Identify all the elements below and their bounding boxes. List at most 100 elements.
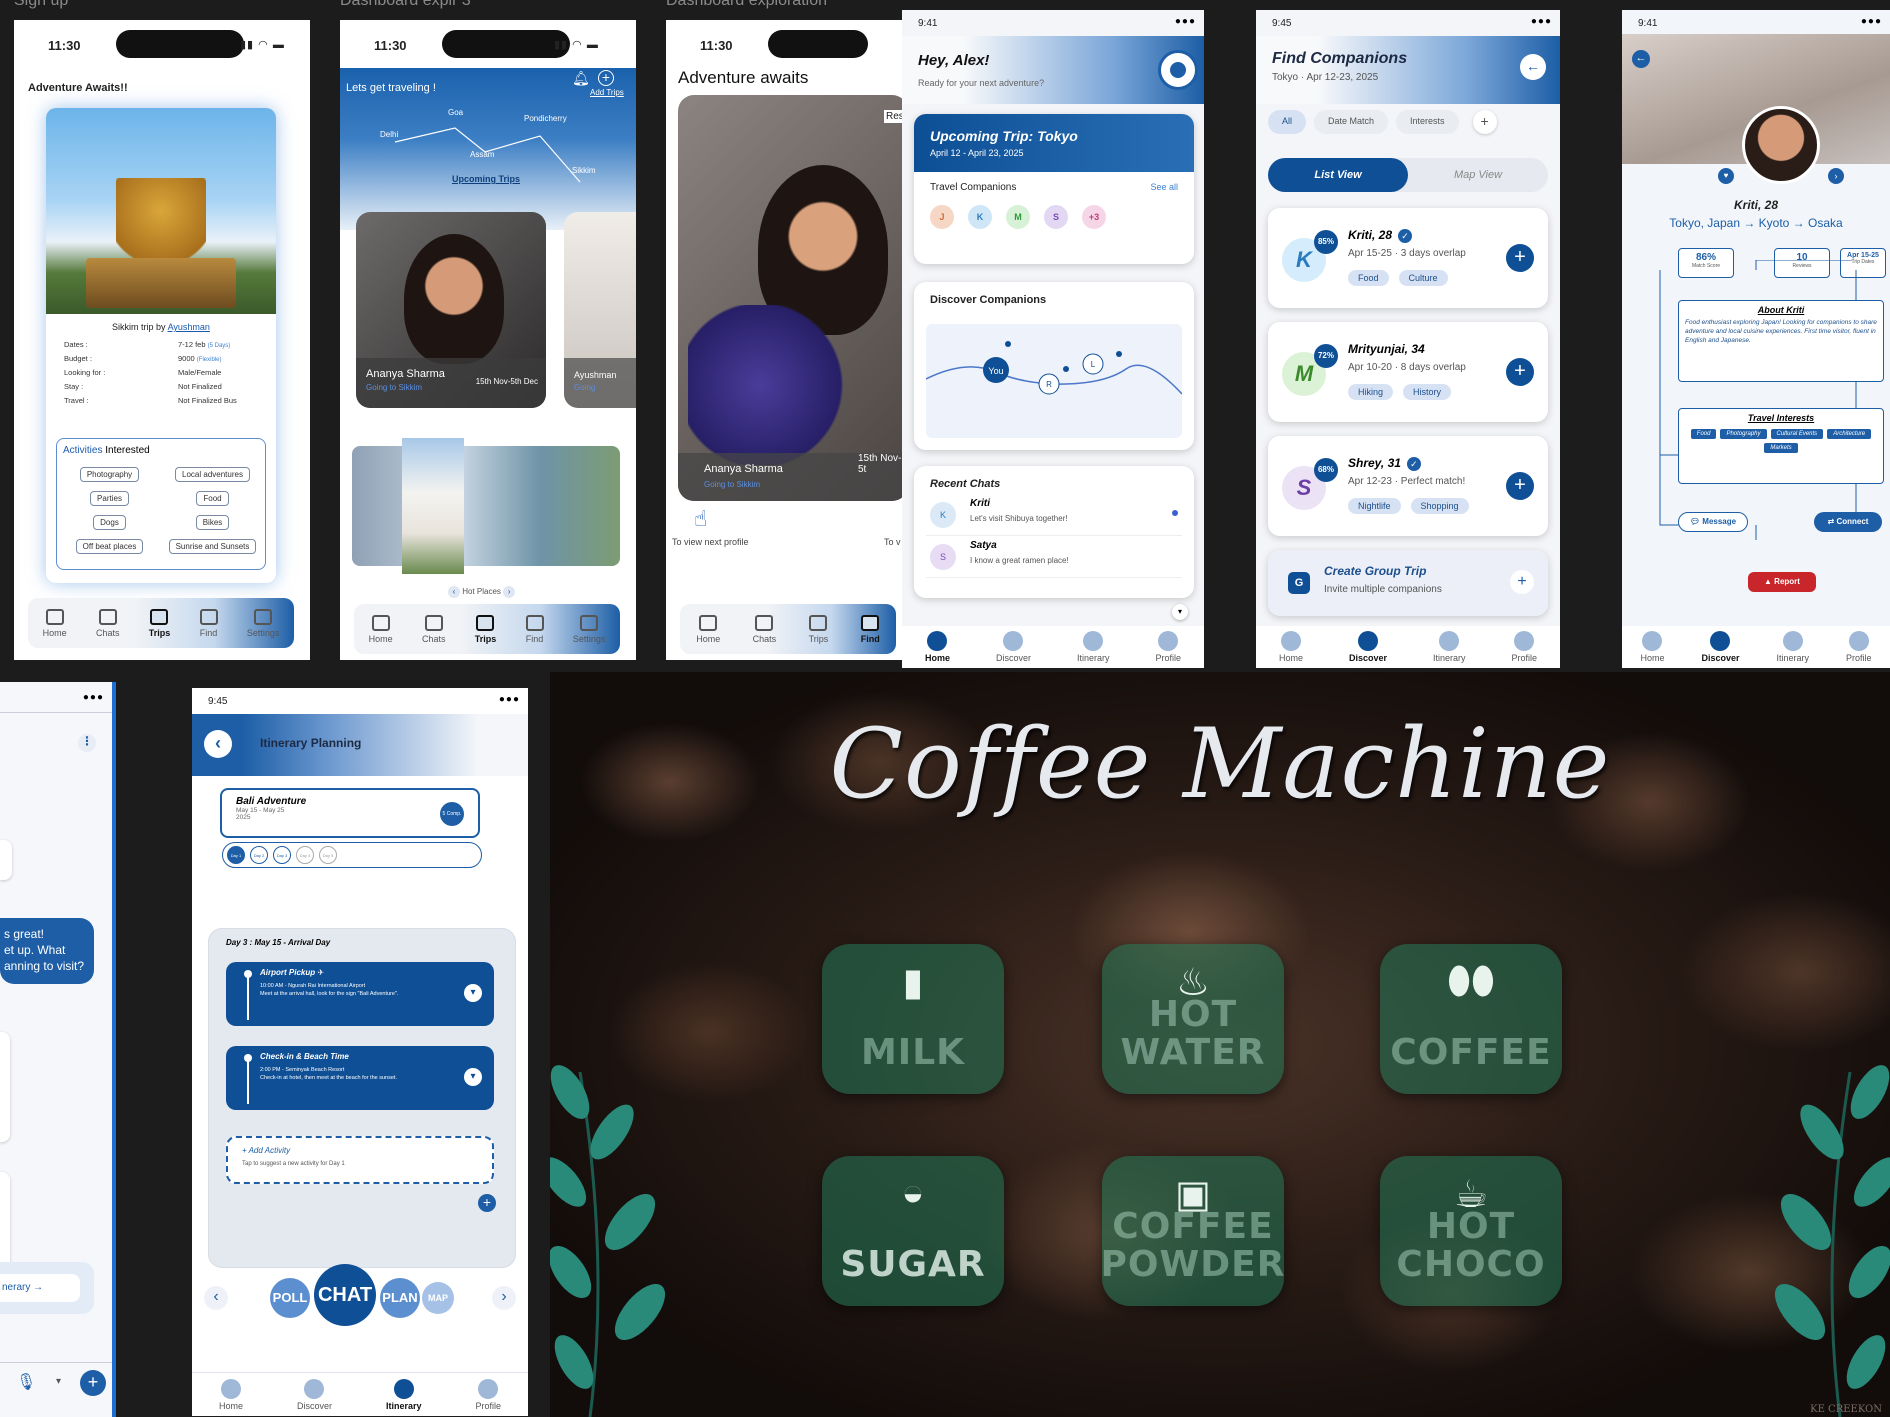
companion-avatar[interactable]: M — [1006, 205, 1030, 229]
filter-chip[interactable]: All — [1268, 110, 1307, 134]
nav-item-home[interactable]: Home — [43, 608, 67, 638]
nav-item-find[interactable]: Find — [199, 608, 218, 638]
nav-item-chats[interactable]: Chats — [753, 614, 776, 644]
day-chip[interactable]: Day 5 — [319, 846, 337, 864]
connect-button[interactable]: ⇄ Connect — [1814, 512, 1882, 532]
activity-chip[interactable]: Food — [196, 491, 229, 506]
activity-chip[interactable]: Parties — [90, 491, 129, 506]
bell-icon[interactable]: 🔔︎ — [572, 70, 590, 87]
nav-item-trips[interactable]: Trips — [149, 608, 170, 638]
day-chip[interactable]: Day 3 — [273, 846, 291, 864]
next-arrow-icon[interactable]: › — [1828, 168, 1844, 184]
mode-chat[interactable]: CHAT — [314, 1264, 376, 1326]
nav-item-home[interactable]: Home — [696, 614, 720, 644]
nav-item-home[interactable]: Home — [925, 631, 950, 663]
day-chip[interactable]: Day 1 — [227, 846, 245, 864]
nav-item-find[interactable]: Find — [861, 614, 880, 644]
coffee-button[interactable]: ⬮⬮ COFFEE — [1380, 944, 1562, 1094]
nav-item-itinerary[interactable]: Itinerary — [1776, 631, 1809, 663]
activity-chip[interactable]: Local adventures — [175, 467, 250, 482]
chat-row[interactable]: K Kriti Let's visit Shibuya together! — [926, 494, 1182, 536]
add-companion-button[interactable]: + — [1506, 244, 1534, 272]
hot-water-button[interactable]: ♨ HOT WATER — [1102, 944, 1284, 1094]
upcoming-trips-link[interactable]: Upcoming Trips — [452, 174, 520, 184]
nav-item-home[interactable]: Home — [1640, 631, 1665, 663]
profile-avatar-icon[interactable] — [1158, 50, 1198, 90]
milk-button[interactable]: ▮ MILK — [822, 944, 1004, 1094]
upcoming-trip-card[interactable]: Upcoming Trip: Tokyo April 12 - April 23… — [914, 114, 1194, 264]
nav-item-settings[interactable]: Settings — [247, 608, 279, 638]
nav-item-profile[interactable]: Profile — [1846, 631, 1871, 663]
event-card[interactable]: Check-in & Beach Time 2:00 PM - Seminyak … — [226, 1046, 494, 1110]
message-button[interactable]: 💬︎ Message — [1678, 512, 1748, 532]
companion-avatar[interactable]: +3 — [1082, 205, 1106, 229]
prev-arrow-icon[interactable]: ‹ — [204, 1286, 228, 1310]
filter-chip[interactable]: + — [1472, 110, 1497, 134]
nav-item-discover[interactable]: Discover — [297, 1378, 332, 1411]
companion-card[interactable]: M 72% Mrityunjai, 34 Apr 10-20 · 8 days ove… — [1268, 322, 1548, 422]
companion-card-2[interactable]: Ayushman Going — [564, 212, 636, 408]
create-group-card[interactable]: G Create Group Trip Invite multiple comp… — [1268, 550, 1548, 616]
nav-item-home[interactable]: Home — [369, 614, 393, 644]
companion-card[interactable]: S 68% Shrey, 31 ✓ Apr 12-23 · Perfect match!… — [1268, 436, 1548, 536]
trip-owner-link[interactable]: Ayushman — [168, 322, 210, 332]
nav-item-chats[interactable]: Chats — [96, 608, 119, 638]
nav-item-itinerary[interactable]: Itinerary — [386, 1378, 421, 1411]
nav-item-profile[interactable]: Profile — [1511, 631, 1537, 663]
nav-item-itinerary[interactable]: Itinerary — [1433, 631, 1465, 663]
activity-chip[interactable]: Sunrise and Sunsets — [168, 539, 257, 554]
nav-item-home[interactable]: Home — [1279, 631, 1303, 663]
mode-poll[interactable]: POLL — [270, 1278, 310, 1318]
add-companion-button[interactable]: + — [1506, 472, 1534, 500]
companion-card[interactable]: Ananya Sharma Going to Sikkim 15th Nov-5… — [356, 212, 546, 408]
trip-summary-card[interactable]: Bali Adventure May 15 - May 25 2025 5 Co… — [220, 788, 480, 838]
options-icon[interactable]: ⋮ — [78, 734, 96, 752]
profile-card[interactable]: Ananya Sharma Going to Sikkim 15th Nov-5… — [678, 95, 902, 501]
trip-card[interactable]: Sikkim trip by Ayushman Dates : 7-12 feb … — [46, 108, 276, 583]
nav-item-chats[interactable]: Chats — [422, 614, 445, 644]
add-activity-card[interactable]: + Add Activity Tap to suggest a new acti… — [226, 1136, 494, 1184]
scroll-down-icon[interactable]: ▾ — [1172, 604, 1188, 620]
see-all-link[interactable]: See all — [1150, 182, 1178, 192]
add-group-icon[interactable]: + — [1510, 570, 1534, 594]
nav-item-trips[interactable]: Trips — [475, 614, 496, 644]
nav-item-home[interactable]: Home — [219, 1378, 243, 1411]
report-button[interactable]: ▲ Report — [1748, 572, 1816, 592]
hot-choco-button[interactable]: ☕︎ HOT CHOCO — [1380, 1156, 1562, 1306]
activity-chip[interactable]: Bikes — [195, 515, 230, 530]
day-chip[interactable]: Day 2 — [250, 846, 268, 864]
mode-plan[interactable]: PLAN — [380, 1278, 420, 1318]
heart-icon[interactable]: ♥ — [1718, 168, 1734, 184]
event-card[interactable]: Airport Pickup ✈ 10:00 AM - Ngurah Rai In… — [226, 962, 494, 1026]
nav-item-profile[interactable]: Profile — [1155, 631, 1181, 663]
add-trip-icon[interactable]: + — [598, 70, 614, 86]
filter-chip[interactable]: Date Match — [1314, 110, 1389, 134]
companion-card[interactable]: K 85% Kriti, 28 ✓ Apr 15-25 · 3 days overlap… — [1268, 208, 1548, 308]
add-companion-button[interactable]: + — [1506, 358, 1534, 386]
filter-chip[interactable]: Interests — [1396, 110, 1459, 134]
list-view-tab[interactable]: List View — [1268, 158, 1408, 192]
add-icon[interactable]: + — [80, 1370, 106, 1396]
nav-item-discover[interactable]: Discover — [1349, 631, 1387, 663]
sugar-button[interactable]: ◒ SUGAR — [822, 1156, 1004, 1306]
expand-chevron-icon[interactable]: ▾ — [464, 1068, 482, 1086]
nav-item-discover[interactable]: Discover — [996, 631, 1031, 663]
mode-map[interactable]: MAP — [422, 1282, 454, 1314]
activity-chip[interactable]: Dogs — [93, 515, 126, 530]
discover-card[interactable]: Discover Companions You R L — [914, 282, 1194, 450]
activity-chip[interactable]: Off beat places — [75, 539, 144, 554]
mic-icon[interactable]: 🎙︎ — [16, 1372, 36, 1392]
add-trips-link[interactable]: Add Trips — [590, 88, 624, 97]
coffee-powder-button[interactable]: ▣ COFFEE POWDER — [1101, 1156, 1284, 1306]
hot-places-carousel[interactable] — [352, 438, 620, 574]
itinerary-button[interactable]: nerary → — [0, 1274, 80, 1302]
next-arrow-icon[interactable]: › — [492, 1286, 516, 1310]
map-view-tab[interactable]: Map View — [1408, 158, 1548, 192]
back-arrow-icon[interactable]: ← — [1520, 54, 1546, 80]
dropdown-icon[interactable]: ▾ — [56, 1376, 61, 1387]
nav-item-trips[interactable]: Trips — [809, 614, 828, 644]
nav-item-settings[interactable]: Settings — [573, 614, 605, 644]
expand-chevron-icon[interactable]: ▾ — [464, 984, 482, 1002]
back-arrow-icon[interactable]: ‹ — [204, 730, 232, 758]
back-arrow-icon[interactable]: ← — [1632, 50, 1650, 68]
